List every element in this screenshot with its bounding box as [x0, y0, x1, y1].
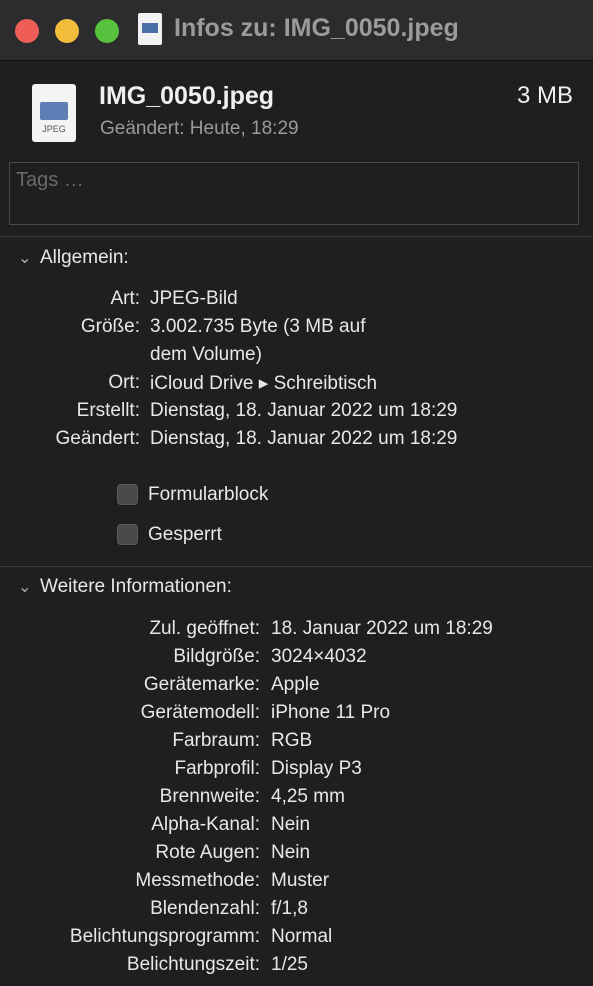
info-key: Bildgröße: — [173, 646, 260, 667]
info-key: Blendenzahl: — [150, 898, 260, 919]
info-value: Muster — [271, 870, 330, 891]
info-key: Belichtungsprogramm: — [69, 926, 260, 947]
file-size: 3 MB — [516, 82, 573, 109]
info-key: Größe: — [80, 316, 140, 337]
info-value: Nein — [271, 814, 311, 835]
info-value: iPhone 11 Pro — [271, 702, 391, 723]
info-value: 1/25 — [271, 954, 308, 975]
checkbox-gesperrt-label[interactable]: Gesperrt — [148, 524, 222, 546]
info-value: Display P3 — [271, 758, 362, 779]
info-value: Dienstag, 18. Januar 2022 um 18:29 — [150, 428, 458, 449]
info-value: JPEG-Bild — [150, 288, 238, 309]
tags-field[interactable]: Tags … — [9, 162, 579, 225]
info-value: Dienstag, 18. Januar 2022 um 18:29 — [150, 400, 458, 421]
info-key: Geändert: — [55, 428, 141, 449]
section-general-header[interactable]: ⌄ Allgemein: — [18, 247, 129, 269]
checkbox-formularblock-label[interactable]: Formularblock — [148, 484, 268, 506]
checkbox-gesperrt[interactable] — [117, 524, 138, 545]
chevron-down-icon[interactable]: ⌄ — [18, 248, 31, 268]
title-bar[interactable]: Infos zu: IMG_0050.jpeg — [0, 0, 593, 61]
info-key: Farbprofil: — [174, 758, 260, 779]
file-header: JPEG IMG_0050.jpeg 3 MB Geändert: Heute,… — [0, 60, 593, 160]
info-key: Gerätemodell: — [140, 702, 260, 723]
info-value: 3024×4032 — [271, 646, 367, 667]
info-window: Infos zu: IMG_0050.jpeg JPEG IMG_0050.jp… — [0, 0, 593, 986]
info-value: Normal — [271, 926, 333, 947]
checkbox-formularblock[interactable] — [117, 484, 138, 505]
info-value: Nein — [271, 842, 311, 863]
info-value: 18. Januar 2022 um 18:29 — [271, 618, 493, 639]
info-key: Gerätemarke: — [143, 674, 260, 695]
zoom-button[interactable] — [95, 19, 119, 43]
info-key: Erstellt: — [76, 400, 140, 421]
icon-label: JPEG — [42, 124, 66, 134]
info-key: Zul. geöffnet: — [149, 618, 260, 639]
info-value: 3.002.735 Byte (3 MB auf — [150, 316, 366, 337]
jpeg-file-icon — [138, 13, 162, 45]
info-value: iCloud Drive ▸ Schreibtisch — [150, 373, 378, 394]
file-name: IMG_0050.jpeg — [99, 82, 275, 110]
info-value: RGB — [271, 730, 313, 751]
info-value: dem Volume) — [150, 344, 262, 365]
info-key: Ort: — [108, 372, 140, 393]
info-key: Art: — [110, 288, 140, 309]
info-key: Messmethode: — [135, 870, 260, 891]
section-more-title: Weitere Informationen: — [40, 576, 232, 597]
section-general-title: Allgemein: — [40, 247, 129, 268]
section-more-header[interactable]: ⌄ Weitere Informationen: — [18, 576, 232, 598]
info-key: Alpha-Kanal: — [151, 814, 260, 835]
modified-date: Geändert: Heute, 18:29 — [100, 118, 299, 139]
info-key: Farbraum: — [172, 730, 260, 751]
divider — [0, 566, 593, 567]
close-button[interactable] — [15, 19, 39, 43]
info-key: Belichtungszeit: — [126, 954, 260, 975]
info-value: Apple — [271, 674, 320, 695]
chevron-down-icon[interactable]: ⌄ — [18, 577, 31, 597]
info-value: f/1,8 — [271, 898, 308, 919]
window-title: Infos zu: IMG_0050.jpeg — [174, 14, 459, 42]
jpeg-document-icon: JPEG — [32, 84, 76, 142]
info-key: Rote Augen: — [155, 842, 260, 863]
minimize-button[interactable] — [55, 19, 79, 43]
info-value: 4,25 mm — [271, 786, 345, 807]
divider — [0, 236, 593, 237]
info-key: Brennweite: — [159, 786, 260, 807]
